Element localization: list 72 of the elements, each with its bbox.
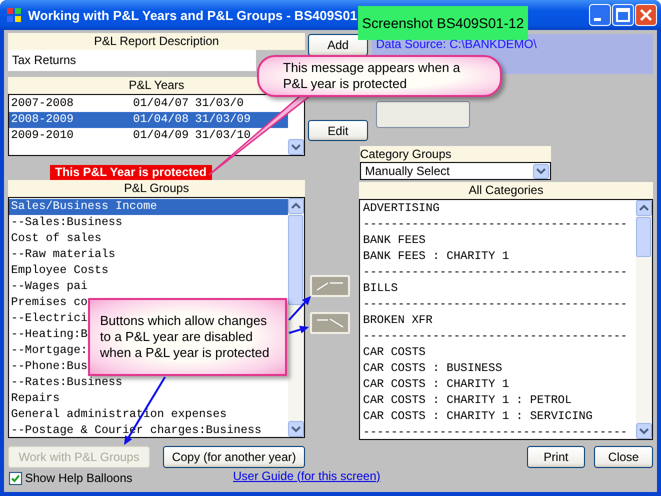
scrollbar[interactable]	[288, 198, 304, 437]
arrow	[288, 326, 309, 334]
list-item[interactable]: --Rates:Business	[9, 375, 288, 391]
year-name: 2009-2010	[11, 128, 75, 144]
column-header: P&L Groups	[8, 180, 305, 197]
checkbox[interactable]	[9, 472, 22, 484]
list-item[interactable]: CAR COSTS : CHARITY 1	[361, 377, 636, 393]
list-item[interactable]: Repairs	[9, 391, 288, 407]
help-link[interactable]: User Guide (for this screen)	[233, 468, 380, 482]
list-item[interactable]: BROKEN XFR	[361, 313, 636, 329]
year-name: 2007-2008	[11, 96, 75, 112]
checkbox-label: Show Help Balloons	[25, 471, 132, 485]
list-item[interactable]: --------------------------------------	[361, 297, 636, 313]
field-label: Category Groups	[360, 146, 551, 162]
list-item[interactable]: Cost of sales	[9, 231, 288, 247]
column-header: All Categories	[359, 182, 653, 199]
year-name: 2008-2009	[11, 112, 75, 128]
close-icon[interactable]	[635, 4, 657, 26]
start-date: 01/04/08	[133, 112, 190, 128]
list-row[interactable]: 2009-2010 01/04/09 31/03/10	[9, 128, 288, 144]
end-date: 31/03/10	[195, 128, 251, 144]
print-button[interactable]: Print	[527, 446, 585, 468]
minimize-icon[interactable]	[589, 4, 611, 26]
help-tooltip: Buttons which allow changes to a P&L year are disabled when a P&L year is protected	[88, 298, 287, 376]
list-item[interactable]: --------------------------------------	[361, 329, 636, 345]
years-list[interactable]: 2007-2008 01/04/07 31/03/0 2008-2009 01/04/08 31/03/09 2009-2010 01/04/09 31/03/10	[8, 94, 305, 156]
scroll-thumb[interactable]	[288, 215, 303, 305]
list-item[interactable]: --Raw materials	[9, 247, 288, 263]
column-header: P&L Report Description	[8, 33, 305, 50]
edit-button[interactable]: Edit	[308, 120, 368, 141]
start-date: 01/04/09	[133, 128, 190, 144]
list-row[interactable]: 2008-2009 01/04/08 31/03/09	[9, 112, 288, 128]
scroll-down-icon[interactable]	[288, 421, 304, 437]
list-item[interactable]: BILLS	[361, 281, 636, 297]
add-button[interactable]: Add	[308, 34, 368, 56]
window-title: Working with P&L Years and P&L Groups - BS409S01	[28, 8, 358, 22]
list-item[interactable]: CAR COSTS : BUSINESS	[361, 361, 636, 377]
arrow	[288, 296, 311, 321]
scroll-down-icon[interactable]	[288, 139, 304, 155]
list-item[interactable]: CAR COSTS	[361, 345, 636, 361]
check-icon	[10, 472, 21, 484]
list-item[interactable]: BANK FEES	[361, 233, 636, 249]
help-tooltip: This message appears when a P&L year is protected	[257, 55, 502, 97]
list-item[interactable]: Employee Costs	[9, 263, 288, 279]
list-item[interactable]: ADVERTISING	[361, 201, 636, 217]
screenshot-label: Screenshot BS409S01-12	[358, 6, 528, 40]
list-item[interactable]: Sales/Business Income	[9, 199, 288, 215]
list-row[interactable]: 2007-2008 01/04/07 31/03/0	[9, 96, 288, 112]
scroll-thumb[interactable]	[636, 217, 651, 257]
scrollbar[interactable]	[636, 200, 652, 439]
list-item[interactable]: --------------------------------------	[361, 217, 636, 233]
list-item[interactable]: --------------------------------------	[361, 425, 636, 439]
maximize-icon[interactable]	[612, 4, 634, 26]
description-field[interactable]: Tax Returns	[8, 50, 256, 71]
close-button[interactable]: Close	[594, 446, 653, 468]
category-groups-dropdown[interactable]: Manually Select	[360, 162, 551, 180]
end-date: 31/03/0	[195, 96, 244, 112]
list-item[interactable]: --Sales:Business	[9, 215, 288, 231]
scroll-down-icon[interactable]	[636, 423, 652, 439]
list-item[interactable]: --------------------------------------	[361, 265, 636, 281]
end-date: 31/03/09	[195, 112, 251, 128]
list-item[interactable]: CAR COSTS : CHARITY 1 : SERVICING	[361, 409, 636, 425]
list-item[interactable]: BANK FEES : CHARITY 1	[361, 249, 636, 265]
warning-label: This P&L Year is protected	[50, 165, 212, 180]
list-item[interactable]: --Wages pai	[9, 279, 288, 295]
app-icon	[6, 7, 22, 23]
categories-list[interactable]	[359, 199, 653, 440]
list-item[interactable]: CAR COSTS : CHARITY 1 : PETROL	[361, 393, 636, 409]
copy-button[interactable]: Copy (for another year)	[163, 446, 305, 468]
scroll-up-icon[interactable]	[636, 200, 652, 216]
start-date: 01/04/07	[133, 96, 190, 112]
scroll-up-icon[interactable]	[288, 198, 304, 214]
